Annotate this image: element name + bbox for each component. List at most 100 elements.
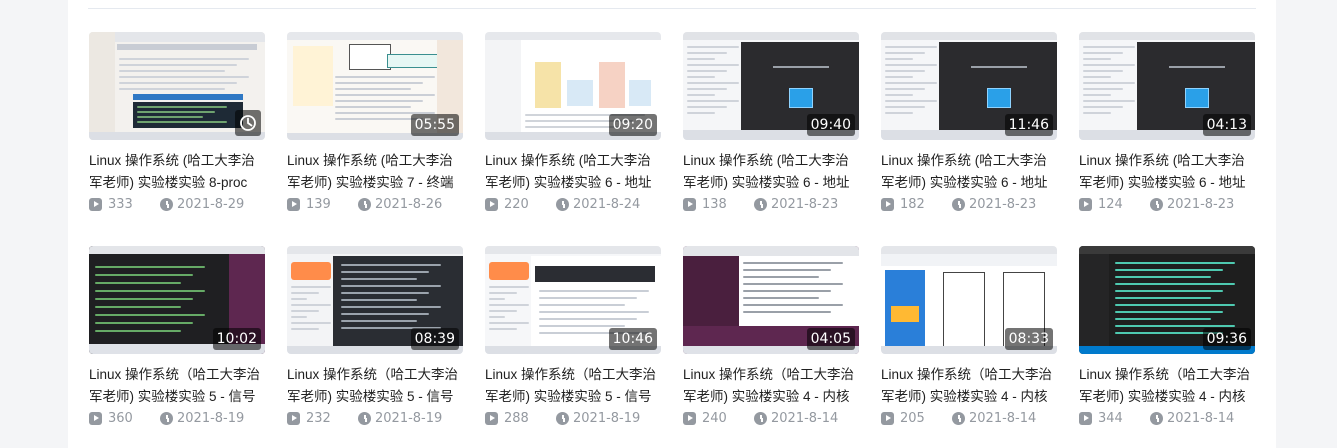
video-thumbnail[interactable]: 09:36	[1079, 246, 1255, 354]
video-meta: 220 2021-8-24	[485, 196, 661, 214]
video-title[interactable]: Linux 操作系统（哈工大李治军老师) 实验楼实验 5 - 信号	[287, 364, 463, 408]
video-title[interactable]: Linux 操作系统 (哈工大李治军老师) 实验楼实验 6 - 地址	[683, 150, 859, 194]
video-title[interactable]: Linux 操作系统（哈工大李治军老师) 实验楼实验 5 - 信号	[485, 364, 661, 408]
publish-date: 2021-8-19	[375, 411, 443, 426]
video-meta: 124 2021-8-23	[1079, 196, 1255, 214]
video-meta: 288 2021-8-19	[485, 410, 661, 428]
publish-date: 2021-8-14	[969, 411, 1037, 426]
video-duration: 08:33	[1004, 328, 1053, 350]
view-count: 182	[900, 197, 925, 212]
clock-icon	[358, 412, 371, 425]
video-card[interactable]: 04:05 Linux 操作系统（哈工大李治军老师) 实验楼实验 4 - 内核 24…	[683, 246, 859, 446]
publish-date: 2021-8-14	[1167, 411, 1235, 426]
publish-date: 2021-8-23	[1167, 197, 1235, 212]
clock-icon	[556, 412, 569, 425]
video-meta: 232 2021-8-19	[287, 410, 463, 428]
video-title[interactable]: Linux 操作系统 (哈工大李治军老师) 实验楼实验 6 - 地址	[881, 150, 1057, 194]
video-title[interactable]: Linux 操作系统（哈工大李治军老师) 实验楼实验 4 - 内核	[1079, 364, 1255, 408]
video-thumbnail[interactable]: 08:39	[287, 246, 463, 354]
video-title[interactable]: Linux 操作系统 (哈工大李治军老师) 实验楼实验 7 - 终端	[287, 150, 463, 194]
video-duration: 09:20	[608, 114, 657, 136]
video-duration: 10:02	[212, 328, 261, 350]
section-divider	[88, 8, 1256, 9]
publish-date: 2021-8-19	[573, 411, 641, 426]
video-thumbnail[interactable]: 08:33	[881, 246, 1057, 354]
clock-icon	[358, 198, 371, 211]
video-thumbnail[interactable]: 09:40	[683, 32, 859, 140]
video-thumbnail[interactable]: 11:46	[881, 32, 1057, 140]
video-thumbnail[interactable]: 10:46	[485, 246, 661, 354]
play-count-icon	[485, 412, 498, 425]
play-count-icon	[485, 198, 498, 211]
view-count: 138	[702, 197, 727, 212]
video-card[interactable]: 09:36 Linux 操作系统（哈工大李治军老师) 实验楼实验 4 - 内核 34…	[1079, 246, 1255, 446]
play-count-icon	[287, 412, 300, 425]
view-count: 139	[306, 197, 331, 212]
clock-icon	[160, 412, 173, 425]
video-duration: 04:13	[1202, 114, 1251, 136]
video-thumbnail[interactable]: 09:20	[485, 32, 661, 140]
video-card[interactable]: 11:46 Linux 操作系统 (哈工大李治军老师) 实验楼实验 6 - 地址 1…	[881, 32, 1057, 232]
video-card[interactable]: 08:33 Linux 操作系统（哈工大李治军老师) 实验楼实验 4 - 内核 20…	[881, 246, 1057, 446]
video-meta: 205 2021-8-14	[881, 410, 1057, 428]
video-thumbnail[interactable]: 10:02	[89, 246, 265, 354]
video-title[interactable]: Linux 操作系统 (哈工大李治军老师) 实验楼实验 8-proc	[89, 150, 265, 194]
clock-icon	[754, 198, 767, 211]
clock-icon	[952, 198, 965, 211]
video-title[interactable]: Linux 操作系统 (哈工大李治军老师) 实验楼实验 6 - 地址	[1079, 150, 1255, 194]
publish-date: 2021-8-29	[177, 197, 245, 212]
play-count-icon	[683, 198, 696, 211]
video-card[interactable]: 10:02 Linux 操作系统（哈工大李治军老师) 实验楼实验 5 - 信号 36…	[89, 246, 265, 446]
publish-date: 2021-8-23	[771, 197, 839, 212]
clock-icon	[1150, 412, 1163, 425]
video-meta: 333 2021-8-29	[89, 196, 265, 214]
view-count: 205	[900, 411, 925, 426]
publish-date: 2021-8-26	[375, 197, 443, 212]
video-card[interactable]: 08:39 Linux 操作系统（哈工大李治军老师) 实验楼实验 5 - 信号 23…	[287, 246, 463, 446]
view-count: 124	[1098, 197, 1123, 212]
clock-icon	[1150, 198, 1163, 211]
play-count-icon	[1079, 198, 1092, 211]
video-duration: 09:40	[806, 114, 855, 136]
video-title[interactable]: Linux 操作系统（哈工大李治军老师) 实验楼实验 4 - 内核	[881, 364, 1057, 408]
video-card[interactable]: 09:20 Linux 操作系统 (哈工大李治军老师) 实验楼实验 6 - 地址 2…	[485, 32, 661, 232]
play-count-icon	[881, 198, 894, 211]
video-title[interactable]: Linux 操作系统 (哈工大李治军老师) 实验楼实验 6 - 地址	[485, 150, 661, 194]
watch-later-icon[interactable]	[235, 110, 261, 136]
publish-date: 2021-8-23	[969, 197, 1037, 212]
video-card[interactable]: 04:13 Linux 操作系统 (哈工大李治军老师) 实验楼实验 6 - 地址 1…	[1079, 32, 1255, 232]
video-duration: 09:36	[1202, 328, 1251, 350]
video-title[interactable]: Linux 操作系统（哈工大李治军老师) 实验楼实验 4 - 内核	[683, 364, 859, 408]
view-count: 240	[702, 411, 727, 426]
video-duration: 11:46	[1004, 114, 1053, 136]
video-thumbnail[interactable]	[89, 32, 265, 140]
play-count-icon	[1079, 412, 1092, 425]
video-card[interactable]: 05:55 Linux 操作系统 (哈工大李治军老师) 实验楼实验 7 - 终端 1…	[287, 32, 463, 232]
video-title[interactable]: Linux 操作系统（哈工大李治军老师) 实验楼实验 5 - 信号	[89, 364, 265, 408]
video-card[interactable]: Linux 操作系统 (哈工大李治军老师) 实验楼实验 8-proc 333 202…	[89, 32, 265, 232]
video-meta: 240 2021-8-14	[683, 410, 859, 428]
play-count-icon	[287, 198, 300, 211]
publish-date: 2021-8-14	[771, 411, 839, 426]
video-meta: 138 2021-8-23	[683, 196, 859, 214]
clock-icon	[754, 412, 767, 425]
video-thumbnail[interactable]: 04:13	[1079, 32, 1255, 140]
clock-icon	[556, 198, 569, 211]
view-count: 220	[504, 197, 529, 212]
play-count-icon	[89, 198, 102, 211]
video-thumbnail[interactable]: 05:55	[287, 32, 463, 140]
view-count: 344	[1098, 411, 1123, 426]
view-count: 360	[108, 411, 133, 426]
video-card[interactable]: 10:46 Linux 操作系统（哈工大李治军老师) 实验楼实验 5 - 信号 28…	[485, 246, 661, 446]
play-count-icon	[89, 412, 102, 425]
video-duration: 04:05	[806, 328, 855, 350]
video-duration: 08:39	[410, 328, 459, 350]
video-duration: 10:46	[608, 328, 657, 350]
video-card[interactable]: 09:40 Linux 操作系统 (哈工大李治军老师) 实验楼实验 6 - 地址 1…	[683, 32, 859, 232]
video-meta: 344 2021-8-14	[1079, 410, 1255, 428]
publish-date: 2021-8-24	[573, 197, 641, 212]
video-duration: 05:55	[410, 114, 459, 136]
view-count: 232	[306, 411, 331, 426]
publish-date: 2021-8-19	[177, 411, 245, 426]
video-thumbnail[interactable]: 04:05	[683, 246, 859, 354]
